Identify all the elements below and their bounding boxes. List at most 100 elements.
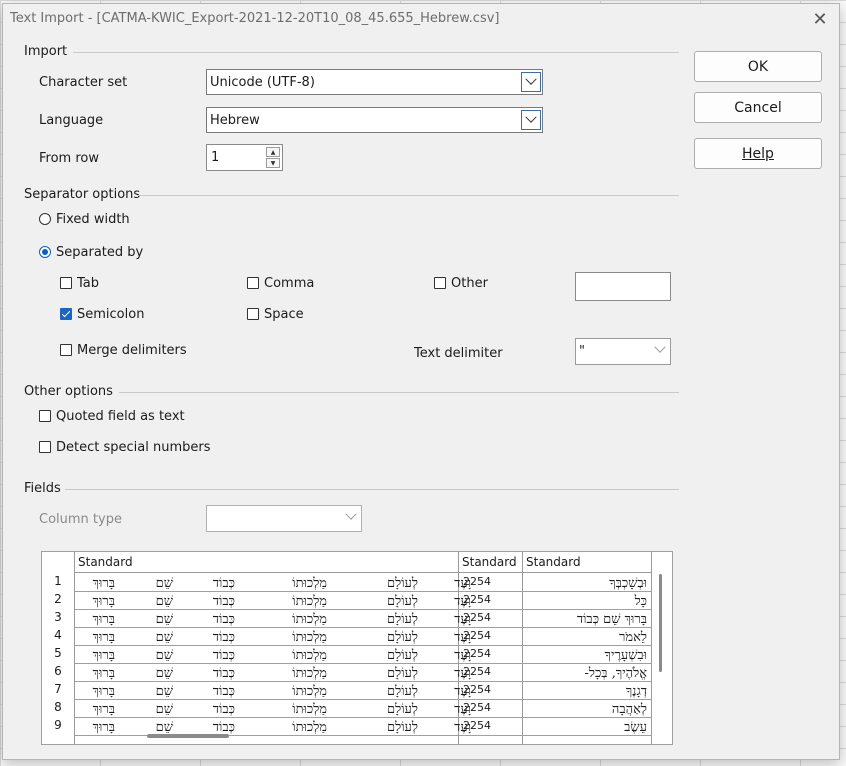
cell-word: מַלְכוּתוֹ xyxy=(292,594,327,609)
fields-preview-grid[interactable]: Standard Standard Standard 1 בָּרוּךְ שֵׁם… xyxy=(41,551,673,745)
row-number[interactable]: 3 xyxy=(47,610,69,628)
charset-value: Unicode (UTF-8) xyxy=(210,75,315,90)
table-row: בָּרוּךְ שֵׁם כְּבוֹד מַלְכוּתוֹ לְעוֹלָם וָע… xyxy=(75,574,651,592)
merge-delimiters-label: Merge delimiters xyxy=(77,343,187,358)
column-header-3[interactable]: Standard xyxy=(523,552,651,573)
quoted-field-checkbox[interactable] xyxy=(39,410,51,422)
row-number[interactable]: 5 xyxy=(47,646,69,664)
comma-checkbox[interactable] xyxy=(247,277,259,289)
fixed-width-label: Fixed width xyxy=(56,212,130,227)
cell-number: 2254 xyxy=(463,647,491,660)
separator-section-title: Separator options xyxy=(24,187,141,202)
cell-word: בָּרוּךְ xyxy=(92,702,115,717)
semicolon-checkbox[interactable] xyxy=(60,308,72,320)
close-icon[interactable]: ✕ xyxy=(809,8,831,30)
cell-word: בָּרוּךְ xyxy=(92,594,115,609)
cell-word: שֵׁם xyxy=(155,720,173,735)
detect-special-numbers-checkbox[interactable] xyxy=(39,441,51,453)
fixed-width-radio[interactable] xyxy=(39,213,51,225)
cell-word: לְעוֹלָם xyxy=(387,684,418,699)
chevron-down-icon[interactable] xyxy=(345,508,357,521)
cell-word: מַלְכוּתוֹ xyxy=(292,576,327,591)
title-bar: Text Import - [CATMA-KWIC_Export-2021-12… xyxy=(3,4,839,34)
cell-word: כְּבוֹד xyxy=(212,666,235,681)
fields-divider xyxy=(65,489,679,490)
cell-word: כְּבוֹד xyxy=(212,576,235,591)
chevron-down-icon[interactable] xyxy=(521,72,541,92)
other-label: Other xyxy=(451,276,488,291)
detect-special-numbers-label: Detect special numbers xyxy=(56,440,211,455)
from-row-label: From row xyxy=(39,151,99,166)
cell-word: לְעוֹלָם xyxy=(387,576,418,591)
vertical-scrollbar[interactable] xyxy=(659,574,662,672)
language-label: Language xyxy=(39,113,104,128)
cell-number: 2254 xyxy=(463,719,491,732)
cell-word: מַלְכוּתוֹ xyxy=(292,648,327,663)
separated-by-label: Separated by xyxy=(56,245,144,260)
cell-word: לְעוֹלָם xyxy=(387,612,418,627)
cell-word: כְּבוֹד xyxy=(212,720,235,735)
from-row-spinner[interactable]: 1 ▲ ▼ xyxy=(206,144,283,171)
cell-word: כְּבוֹד xyxy=(212,630,235,645)
horizontal-scrollbar[interactable] xyxy=(147,734,229,738)
cell-number: 2254 xyxy=(463,629,491,642)
cell-text: לֵאמֹר xyxy=(619,630,647,645)
cell-word: כְּבוֹד xyxy=(212,594,235,609)
spin-down-icon[interactable]: ▼ xyxy=(266,158,280,168)
cell-word: בָּרוּךְ xyxy=(92,612,115,627)
cell-number: 2254 xyxy=(463,611,491,624)
cell-word: לְעוֹלָם xyxy=(387,594,418,609)
row-number[interactable]: 9 xyxy=(47,718,69,736)
cell-word: בָּרוּךְ xyxy=(92,666,115,681)
comma-label: Comma xyxy=(264,276,315,291)
help-button[interactable]: Help xyxy=(694,138,822,169)
row-number[interactable]: 4 xyxy=(47,628,69,646)
column-header-1[interactable]: Standard xyxy=(75,552,458,573)
text-delimiter-select[interactable]: " xyxy=(575,338,671,365)
row-number[interactable]: 2 xyxy=(47,592,69,610)
cell-word: שֵׁם xyxy=(155,630,173,645)
ok-button[interactable]: OK xyxy=(694,51,822,82)
cell-number: 2254 xyxy=(463,593,491,606)
fields-section-title: Fields xyxy=(24,481,61,496)
cell-word: בָּרוּךְ xyxy=(92,684,115,699)
cell-text: עֵשֶׂב xyxy=(624,720,647,735)
quoted-field-label: Quoted field as text xyxy=(56,409,185,424)
import-divider xyxy=(73,52,679,53)
cell-word: שֵׁם xyxy=(155,594,173,609)
cell-word: לְעוֹלָם xyxy=(387,702,418,717)
column-type-select[interactable] xyxy=(206,505,362,532)
table-row: בָּרוּךְ שֵׁם כְּבוֹד מַלְכוּתוֹ לְעוֹלָם וָע… xyxy=(75,628,651,646)
dialog-title: Text Import - [CATMA-KWIC_Export-2021-12… xyxy=(10,11,500,26)
column-header-2[interactable]: Standard xyxy=(459,552,522,573)
charset-select[interactable]: Unicode (UTF-8) xyxy=(206,69,543,95)
other-options-section-title: Other options xyxy=(24,384,113,399)
row-number[interactable]: 6 xyxy=(47,664,69,682)
cell-number: 2254 xyxy=(463,683,491,696)
language-select[interactable]: Hebrew xyxy=(206,107,543,133)
merge-delimiters-checkbox[interactable] xyxy=(60,344,72,356)
import-section-title: Import xyxy=(24,44,68,59)
other-checkbox[interactable] xyxy=(434,277,446,289)
chevron-down-icon[interactable] xyxy=(521,110,541,130)
space-label: Space xyxy=(264,307,304,322)
space-checkbox[interactable] xyxy=(247,308,259,320)
cell-word: מַלְכוּתוֹ xyxy=(292,630,327,645)
cell-word: כְּבוֹד xyxy=(212,612,235,627)
cancel-button[interactable]: Cancel xyxy=(694,92,822,123)
row-number[interactable]: 7 xyxy=(47,682,69,700)
chevron-down-icon[interactable] xyxy=(654,341,666,354)
cell-word: מַלְכוּתוֹ xyxy=(292,612,327,627)
separated-by-radio[interactable] xyxy=(39,246,51,258)
spin-up-icon[interactable]: ▲ xyxy=(266,147,280,157)
cell-text: וּבְשָׁכְבְּךָ xyxy=(609,576,647,591)
tab-checkbox[interactable] xyxy=(60,277,72,289)
other-separator-input[interactable] xyxy=(575,272,671,301)
text-delimiter-label: Text delimiter xyxy=(414,346,503,361)
cell-word: בָּרוּךְ xyxy=(92,630,115,645)
cell-word: שֵׁם xyxy=(155,648,173,663)
cell-word: לְעוֹלָם xyxy=(387,630,418,645)
row-number[interactable]: 1 xyxy=(47,574,69,592)
cell-text: בָּרוּךְ שֵׁם כְּבוֹד xyxy=(576,612,647,627)
row-number[interactable]: 8 xyxy=(47,700,69,718)
